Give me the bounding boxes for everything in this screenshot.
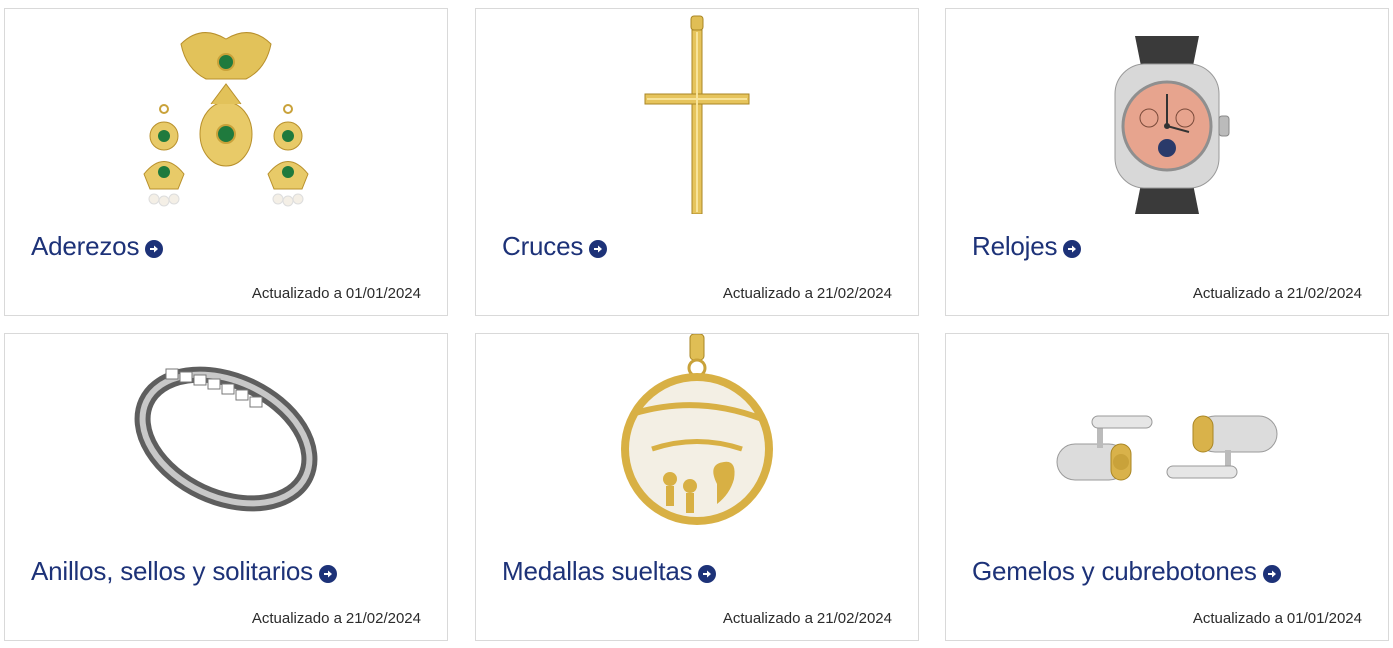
category-card-cruces[interactable]: Cruces Actualizado a 21/02/2024: [475, 8, 919, 316]
category-title: Gemelos y cubrebotones: [972, 556, 1257, 586]
cufflinks-image[interactable]: [946, 334, 1388, 539]
gold-cross-image[interactable]: [476, 9, 918, 214]
medal-image[interactable]: [476, 334, 918, 539]
updated-date: Actualizado a 21/02/2024: [1192, 285, 1362, 302]
jewelry-set-image[interactable]: [5, 9, 447, 214]
category-link-cruces[interactable]: Cruces: [502, 231, 608, 262]
category-link-medallas[interactable]: Medallas sueltas: [502, 556, 717, 587]
category-card-aderezos[interactable]: Aderezos Actualizado a 01/01/2024: [4, 8, 448, 316]
category-title: Medallas sueltas: [502, 556, 693, 586]
arrow-circle-right-icon: [145, 239, 164, 258]
arrow-circle-right-icon: [1262, 564, 1281, 583]
arrow-circle-right-icon: [589, 239, 608, 258]
category-link-gemelos[interactable]: Gemelos y cubrebotones: [972, 556, 1281, 587]
category-card-gemelos[interactable]: Gemelos y cubrebotones Actualizado a 01/0…: [945, 333, 1389, 641]
category-title: Relojes: [972, 231, 1058, 261]
category-card-anillos[interactable]: Anillos, sellos y solitarios Actualizado…: [4, 333, 448, 641]
arrow-circle-right-icon: [698, 564, 717, 583]
category-card-relojes[interactable]: Relojes Actualizado a 21/02/2024: [945, 8, 1389, 316]
category-link-aderezos[interactable]: Aderezos: [31, 231, 164, 262]
category-link-anillos[interactable]: Anillos, sellos y solitarios: [31, 556, 337, 587]
category-card-medallas[interactable]: Medallas sueltas Actualizado a 21/02/2024: [475, 333, 919, 641]
category-title: Aderezos: [31, 231, 140, 261]
category-title: Anillos, sellos y solitarios: [31, 556, 313, 586]
updated-date: Actualizado a 21/02/2024: [251, 610, 421, 627]
watch-image[interactable]: [946, 9, 1388, 214]
arrow-circle-right-icon: [1063, 239, 1082, 258]
ring-image[interactable]: [5, 334, 447, 539]
updated-date: Actualizado a 01/01/2024: [1192, 610, 1362, 627]
updated-date: Actualizado a 01/01/2024: [251, 285, 421, 302]
updated-date: Actualizado a 21/02/2024: [722, 610, 892, 627]
category-title: Cruces: [502, 231, 584, 261]
arrow-circle-right-icon: [318, 564, 337, 583]
category-link-relojes[interactable]: Relojes: [972, 231, 1082, 262]
updated-date: Actualizado a 21/02/2024: [722, 285, 892, 302]
